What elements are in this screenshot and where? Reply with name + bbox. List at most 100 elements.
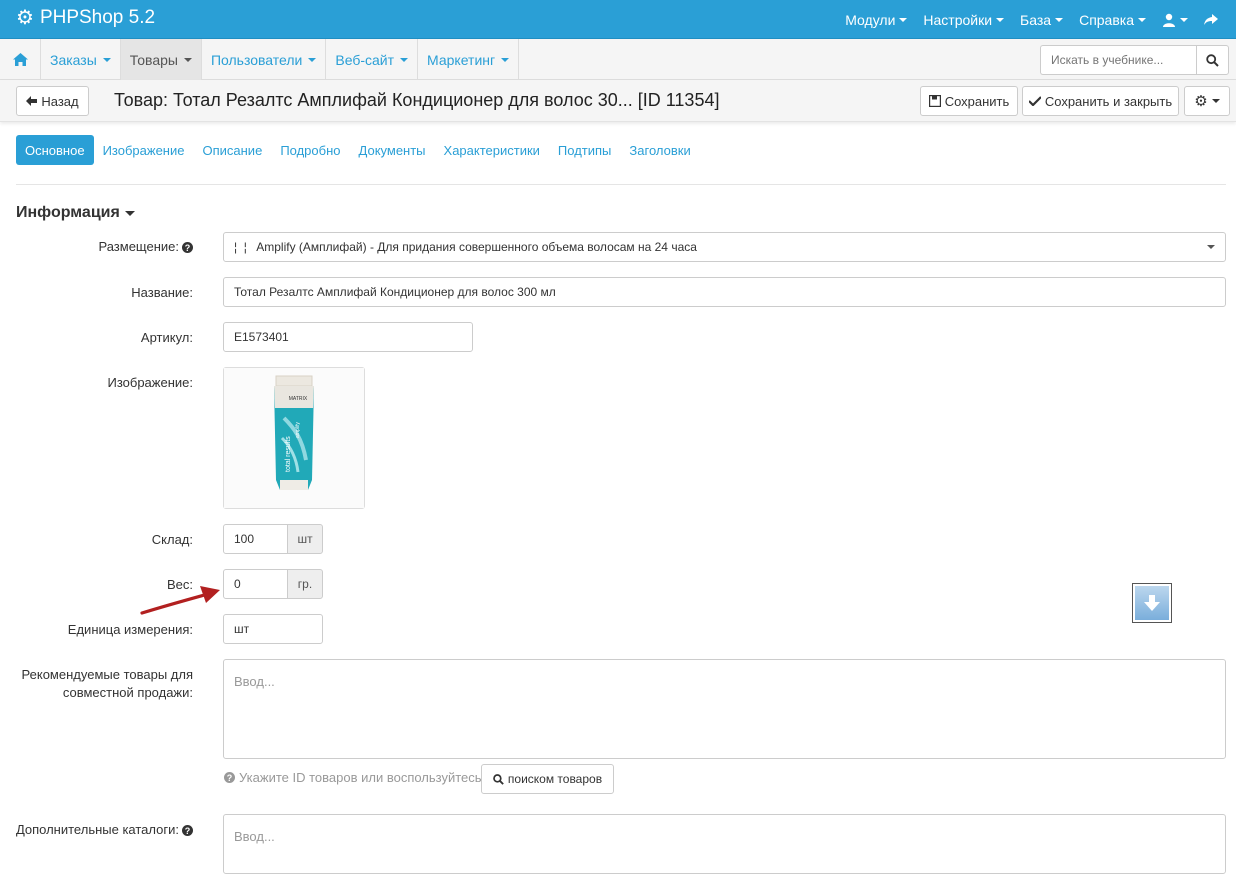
save-close-label: Сохранить и закрыть [1044,93,1173,109]
caret-down-icon [308,57,317,62]
search-products-label: поиском товаров [507,772,603,786]
caret-down-icon [124,210,135,216]
stock-input[interactable]: 100 [223,524,288,554]
product-image[interactable]: MATRIX total results amplify [223,367,365,509]
save-close-button[interactable]: Сохранить и закрыть [1022,86,1179,116]
tab-users-label: Пользователи [210,51,303,68]
help-search-input[interactable] [1040,45,1196,75]
top-menu: Модули Настройки База Справка [837,0,1226,39]
placement-label-row: Размещение:? [98,238,193,256]
tab-orders[interactable]: Заказы [41,39,121,80]
tab-products[interactable]: Товары [120,39,202,80]
user-menu[interactable] [1154,13,1196,27]
stock-unit-addon: шт [287,524,323,554]
tab-image[interactable]: Изображение [94,135,194,165]
brand[interactable]: ⚙ PHPShop 5.2 [16,7,155,29]
tab-users[interactable]: Пользователи [202,39,327,80]
menu-modules[interactable]: Модули [837,12,915,28]
tab-website-label: Веб-сайт [335,51,395,68]
hint-text: Укажите ID товаров или воспользуйтесь [239,770,482,785]
tab-website[interactable]: Веб-сайт [326,39,419,80]
divider [16,184,1226,185]
tab-products-label: Товары [129,51,178,68]
back-label: Назад [41,93,79,109]
tab-orders-label: Заказы [50,51,97,68]
unit-label: Единица измерения: [67,622,193,637]
sku-input[interactable]: E1573401 [223,322,473,352]
search-icon [493,773,504,785]
search-products-button[interactable]: поиском товаров [481,764,614,794]
content-tabs: Основное Изображение Описание Подробно Д… [16,135,700,165]
caret-down-icon [1180,17,1188,22]
settings-dropdown-button[interactable]: ⚙ [1184,86,1230,116]
placement-value: ¦ ¦ Amplify (Амплифай) - Для придания со… [234,240,697,254]
check-icon [1028,96,1041,106]
name-label: Название: [131,285,193,300]
save-button[interactable]: Сохранить [920,86,1018,116]
tab-details[interactable]: Подробно [271,135,349,165]
caret-down-icon [400,57,409,62]
tab-headings[interactable]: Заголовки [620,135,699,165]
unit-input[interactable]: шт [223,614,323,644]
hint-row: ? Укажите ID товаров или воспользуйтесь [224,770,482,785]
product-tube-image: MATRIX total results amplify [224,368,364,508]
brand-label: PHPShop 5.2 [39,7,156,28]
caret-down-icon [1211,99,1220,103]
tab-marketing[interactable]: Маркетинг [418,39,520,80]
tab-main[interactable]: Основное [16,135,94,165]
extra-catalogs-label: Дополнительные каталоги: [15,822,179,837]
share-arrow-icon [1204,13,1218,25]
user-icon [1163,13,1175,27]
placement-select[interactable]: ¦ ¦ Amplify (Амплифай) - Для придания со… [223,232,1226,262]
search-button[interactable] [1196,45,1229,75]
recommended-label-line1: Рекомендуемые товары для [21,667,193,682]
name-input[interactable]: Тотал Резалтс Амплифай Кондиционер для в… [223,277,1226,307]
caret-down-icon [501,57,510,62]
recommended-textarea[interactable]: Ввод... [223,659,1226,759]
caret-down-icon [996,17,1005,22]
menu-database[interactable]: База [1012,12,1071,28]
caret-down-icon [1138,17,1146,22]
tab-documents[interactable]: Документы [350,135,435,165]
stock-label: Склад: [151,532,193,547]
back-button[interactable]: Назад [16,86,89,116]
logout-button[interactable] [1196,13,1226,26]
page-title: Товар: Тотал Резалтс Амплифай Кондиционе… [114,90,720,110]
product-brand-text: MATRIX [289,396,308,402]
extra-catalogs-label-row: Дополнительные каталоги:? [16,821,193,839]
section-navbar: Заказы Товары Пользователи Веб-сайт Марк… [0,39,1236,80]
page-header: Назад Товар: Тотал Резалтс Амплифай Конд… [0,80,1236,122]
help-search [1040,45,1229,75]
scroll-down-button[interactable] [1132,583,1172,623]
product-sub-text: amplify [295,422,301,438]
tab-description[interactable]: Описание [193,135,271,165]
sku-label: Артикул: [140,330,193,345]
section-title: Информация [16,204,120,221]
section-info-toggle[interactable]: Информация [16,204,135,222]
caret-down-icon [1207,245,1215,249]
menu-database-label: База [1020,11,1052,28]
placement-label: Размещение: [98,239,179,254]
recommended-label-line2: совместной продажи: [62,685,193,700]
tab-marketing-label: Маркетинг [427,51,496,68]
help-icon[interactable]: ? [182,242,193,254]
menu-help[interactable]: Справка [1071,12,1154,28]
tab-characteristics[interactable]: Характеристики [435,135,549,165]
scroll-down-inner [1135,586,1169,620]
caret-down-icon [1055,17,1064,22]
image-label: Изображение: [107,375,193,390]
product-line-text: total results [285,436,292,472]
tab-subtypes[interactable]: Подтипы [549,135,620,165]
floppy-icon [928,95,941,107]
menu-settings[interactable]: Настройки [915,12,1012,28]
help-icon[interactable]: ? [182,825,193,837]
weight-input[interactable]: 0 [223,569,288,599]
menu-modules-label: Модули [845,11,896,28]
extra-catalogs-textarea[interactable]: Ввод... [223,814,1226,874]
top-navbar: ⚙ PHPShop 5.2 Модули Настройки База Спра… [0,0,1236,39]
arrow-down-icon [1144,595,1160,611]
home-icon [12,53,28,66]
save-label: Сохранить [944,93,1010,109]
arrow-left-icon [26,96,38,106]
home-button[interactable] [0,39,41,80]
